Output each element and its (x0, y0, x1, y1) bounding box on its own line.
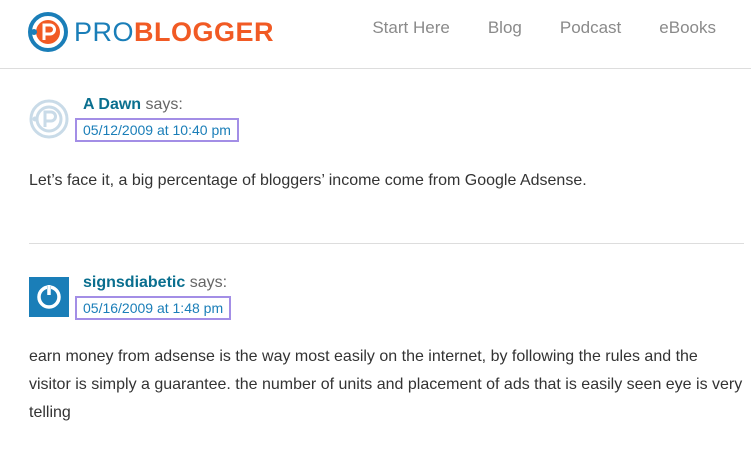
author-line: signsdiabetic says: (83, 274, 231, 294)
comment-date-link[interactable]: 05/16/2009 at 1:48 pm (83, 300, 223, 316)
comment-meta: signsdiabetic says: 05/16/2009 at 1:48 p… (75, 274, 232, 320)
comment-text: Let’s face it, a big percentage of blogg… (29, 172, 587, 189)
comment-divider (29, 243, 744, 244)
comment-author[interactable]: A Dawn (83, 96, 141, 113)
says-label: says: (189, 274, 228, 291)
problogger-logo-icon (28, 12, 68, 52)
nav-start-here[interactable]: Start Here (372, 18, 449, 38)
date-highlight-box: 05/12/2009 at 10:40 pm (75, 118, 239, 142)
comment-text: earn money from adsense is the way most … (29, 348, 743, 421)
site-header: PROBLOGGER Start Here Blog Podcast eBook… (0, 0, 751, 69)
comment-date-link[interactable]: 05/12/2009 at 10:40 pm (83, 122, 231, 138)
problogger-logo[interactable]: PROBLOGGER (28, 12, 274, 52)
nav-ebooks[interactable]: eBooks (659, 18, 716, 38)
author-line: A Dawn says: (83, 96, 239, 116)
date-highlight-box: 05/16/2009 at 1:48 pm (75, 296, 232, 320)
logo-wordmark: PROBLOGGER (74, 16, 275, 47)
comment-author[interactable]: signsdiabetic (83, 274, 185, 291)
comment-meta: A Dawn says: 05/12/2009 at 10:40 pm (75, 96, 239, 142)
says-label: says: (145, 96, 183, 113)
power-symbol-avatar-icon (29, 277, 69, 317)
main-nav: Start Here Blog Podcast eBooks (334, 18, 716, 38)
logo-pro-text: PRO (74, 16, 135, 47)
logo-blogger-text: BLOGGER (134, 16, 275, 47)
problogger-default-avatar-icon (29, 99, 69, 139)
nav-podcast[interactable]: Podcast (560, 18, 621, 38)
nav-blog[interactable]: Blog (488, 18, 522, 38)
